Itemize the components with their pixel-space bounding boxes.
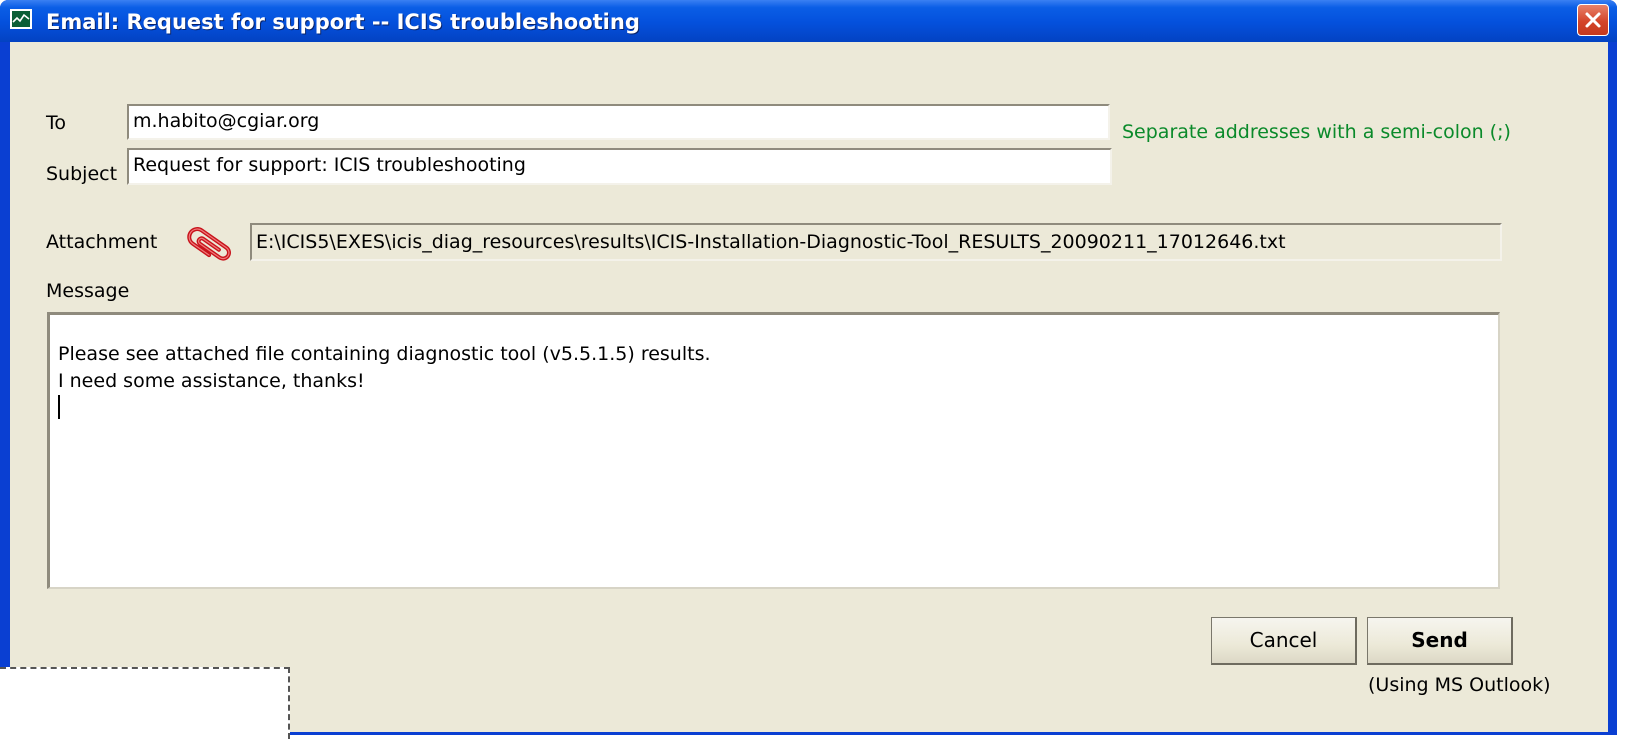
subject-field[interactable]: Request for support: ICIS troubleshootin…	[127, 148, 1112, 185]
send-method-note: (Using MS Outlook)	[1368, 674, 1551, 696]
title-bar[interactable]: Email: Request for support -- ICIS troub…	[0, 0, 1617, 42]
message-label: Message	[46, 280, 130, 302]
attachment-path-field[interactable]: E:\ICIS5\EXES\icis_diag_resources\result…	[250, 223, 1502, 261]
message-line-2: I need some assistance, thanks!	[58, 370, 365, 392]
close-icon[interactable]	[1577, 4, 1609, 36]
text-caret	[58, 395, 1490, 422]
subject-label: Subject	[46, 163, 118, 185]
dialog-client-area: To m.habito@cgiar.org Separate addresses…	[10, 42, 1608, 732]
dashed-selection-outline	[0, 667, 290, 739]
monitor-chart-icon	[10, 9, 32, 29]
to-label: To	[46, 112, 67, 134]
cancel-button[interactable]: Cancel	[1211, 617, 1357, 665]
attachment-label: Attachment	[46, 231, 158, 253]
send-button[interactable]: Send	[1367, 617, 1513, 665]
window-title: Email: Request for support -- ICIS troub…	[46, 10, 640, 34]
email-dialog-window: Email: Request for support -- ICIS troub…	[0, 0, 1617, 735]
to-hint: Separate addresses with a semi-colon (;)	[1122, 121, 1511, 143]
paperclip-icon[interactable]	[182, 200, 252, 270]
message-textarea[interactable]: Please see attached file containing diag…	[47, 312, 1500, 589]
message-line-1: Please see attached file containing diag…	[58, 343, 711, 365]
to-field[interactable]: m.habito@cgiar.org	[127, 104, 1110, 140]
